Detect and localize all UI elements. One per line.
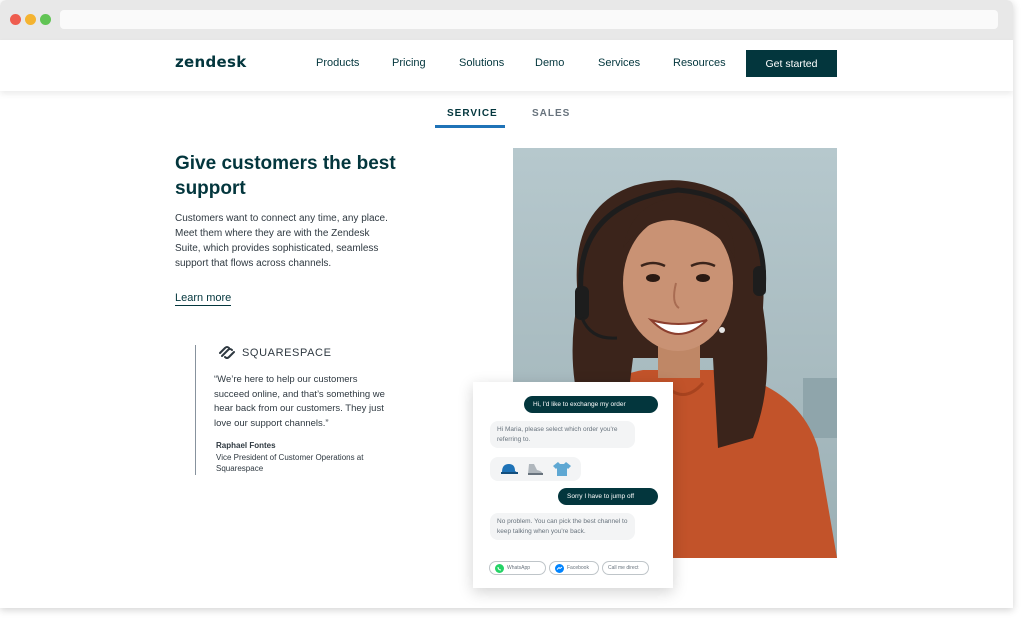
whatsapp-channel-button[interactable]: WhatsApp (489, 561, 546, 575)
shirt-icon[interactable] (552, 461, 572, 477)
get-started-button[interactable]: Get started (746, 50, 837, 77)
chat-widget[interactable]: Hi, I'd like to exchange my order Hi Mar… (473, 382, 673, 588)
testimonial-quote: “We’re here to help our customers succee… (214, 374, 385, 429)
facebook-label: Facebook (567, 565, 589, 571)
hero-title: Give customers the best support (175, 153, 396, 199)
chat-message-agent: Hi Maria, please select which order you'… (490, 421, 635, 448)
tab-service[interactable]: SERVICE (447, 108, 498, 119)
zendesk-logo[interactable]: zendesk (175, 53, 247, 71)
testimonial: SQUARESPACE “We’re here to help our cust… (195, 345, 395, 475)
shoe-icon[interactable] (525, 462, 545, 476)
facebook-channel-button[interactable]: Facebook (549, 561, 599, 575)
squarespace-logo-icon (219, 346, 235, 359)
chat-message-customer-2: Sorry I have to jump off (558, 488, 658, 505)
chat-message-customer: Hi, I'd like to exchange my order (524, 396, 658, 413)
squarespace-logo: SQUARESPACE (217, 345, 332, 360)
top-navigation: zendesk Products Pricing Solutions Demo … (0, 40, 1013, 91)
cap-icon[interactable] (499, 462, 519, 476)
nav-link-demo[interactable]: Demo (535, 57, 564, 69)
browser-chrome (0, 0, 1013, 40)
active-tab-indicator (435, 125, 505, 128)
chat-message-agent-2: No problem. You can pick the best channe… (490, 513, 635, 540)
nav-link-pricing[interactable]: Pricing (392, 57, 426, 69)
testimonial-author: Raphael Fontes (216, 441, 276, 450)
product-picker (490, 457, 581, 481)
nav-link-resources[interactable]: Resources (673, 57, 726, 69)
whatsapp-icon (495, 563, 504, 573)
maximize-window-button[interactable] (40, 14, 51, 25)
close-window-button[interactable] (10, 14, 21, 25)
nav-link-services[interactable]: Services (598, 57, 640, 69)
minimize-window-button[interactable] (25, 14, 36, 25)
nav-link-products[interactable]: Products (316, 57, 359, 69)
learn-more-link[interactable]: Learn more (175, 292, 232, 306)
whatsapp-label: WhatsApp (507, 565, 531, 571)
squarespace-wordmark: SQUARESPACE (242, 346, 332, 359)
messenger-icon (555, 563, 564, 573)
call-me-direct-button[interactable]: Call me direct (602, 561, 649, 575)
tab-sales[interactable]: SALES (532, 108, 570, 119)
testimonial-author-role: Vice President of Customer Operations at… (216, 453, 364, 473)
hero-description: Customers want to connect any time, any … (175, 213, 388, 269)
address-bar[interactable] (60, 10, 998, 29)
nav-link-solutions[interactable]: Solutions (459, 57, 504, 69)
browser-window: zendesk Products Pricing Solutions Demo … (0, 0, 1013, 608)
call-me-direct-label: Call me direct (608, 565, 639, 571)
